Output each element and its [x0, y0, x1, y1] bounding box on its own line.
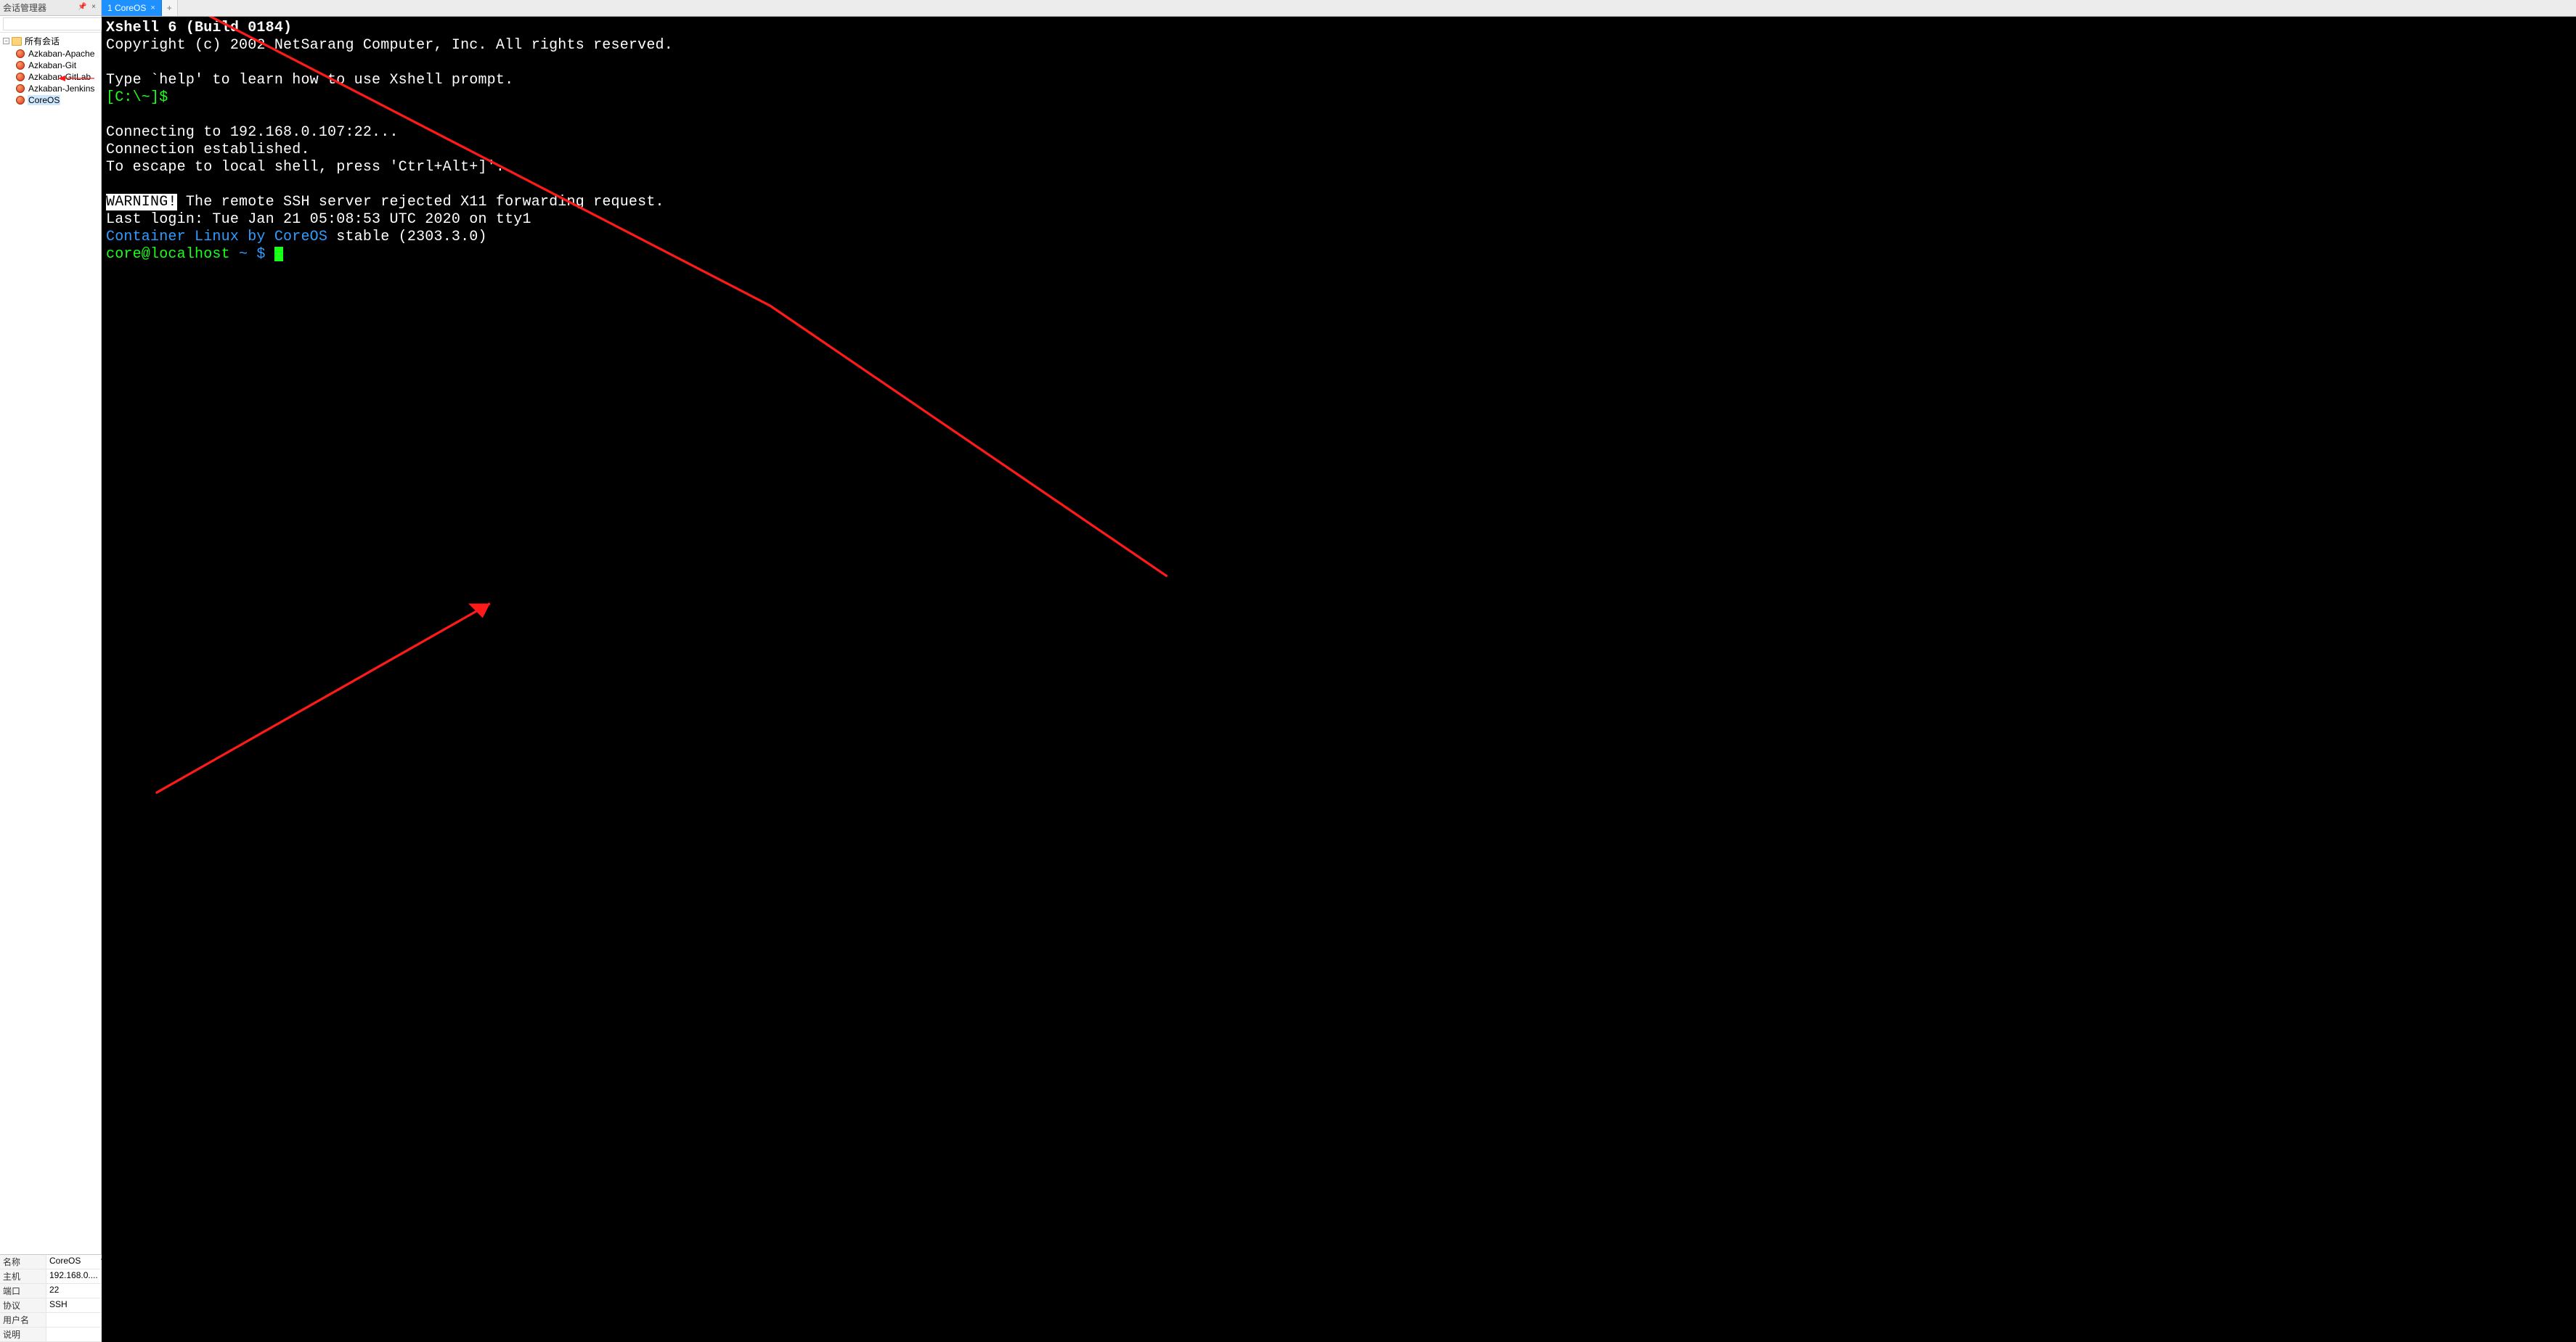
property-row: 端口22 — [0, 1284, 101, 1298]
property-value[interactable]: SSH — [46, 1298, 101, 1312]
property-row: 用户名 — [0, 1313, 101, 1327]
session-filter-row — [0, 16, 101, 33]
shell-prompt-user: core@localhost — [106, 246, 230, 263]
terminal-line: To escape to local shell, press 'Ctrl+Al… — [106, 159, 505, 176]
session-manager-title: 会话管理器 — [3, 1, 75, 14]
property-key: 用户名 — [0, 1313, 46, 1327]
session-icon — [16, 96, 25, 105]
property-value[interactable]: CoreOS — [46, 1255, 101, 1269]
session-label: Azkaban-Git — [28, 60, 77, 70]
app-root: 会话管理器 📌 × − 所有会话 Azkaban-ApacheAzkaban-G… — [0, 0, 2576, 1342]
local-prompt: [C:\~]$ — [106, 89, 168, 106]
session-label: CoreOS — [28, 95, 60, 105]
terminal-line: Type `help' to learn how to use Xshell p… — [106, 72, 513, 89]
session-root-label: 所有会话 — [24, 35, 60, 47]
tab-coreos[interactable]: 1 CoreOS × — [102, 0, 162, 16]
property-value[interactable]: 22 — [46, 1284, 101, 1298]
terminal-line: Connection established. — [106, 142, 310, 158]
terminal-line: Copyright (c) 2002 NetSarang Computer, I… — [106, 37, 673, 54]
terminal-output[interactable]: Xshell 6 (Build 0184) Copyright (c) 2002… — [102, 17, 2576, 1342]
tab-close-icon[interactable]: × — [150, 4, 155, 12]
cursor-block-icon — [274, 247, 283, 261]
terminal-pane[interactable]: Xshell 6 (Build 0184) Copyright (c) 2002… — [102, 17, 2576, 1342]
warning-tag: WARNING! — [106, 194, 177, 210]
folder-icon — [12, 37, 22, 46]
session-item[interactable]: Azkaban-GitLab — [0, 71, 101, 83]
session-label: Azkaban-Jenkins — [28, 83, 95, 94]
property-value[interactable] — [46, 1327, 101, 1341]
terminal-line: Last login: Tue Jan 21 05:08:53 UTC 2020… — [106, 211, 531, 228]
session-icon — [16, 61, 25, 70]
session-item[interactable]: Azkaban-Git — [0, 60, 101, 71]
property-row: 协议SSH — [0, 1298, 101, 1313]
session-root-node[interactable]: − 所有会话 — [0, 34, 101, 48]
shell-prompt-path: ~ $ — [230, 246, 274, 263]
property-row: 说明 — [0, 1327, 101, 1342]
property-key: 名称 — [0, 1255, 46, 1269]
pin-icon[interactable]: 📌 — [78, 4, 86, 12]
session-icon — [16, 84, 25, 93]
property-row: 名称CoreOS — [0, 1255, 101, 1269]
session-manager-panel: 会话管理器 📌 × − 所有会话 Azkaban-ApacheAzkaban-G… — [0, 0, 102, 1342]
property-key: 协议 — [0, 1298, 46, 1312]
session-filter-input[interactable] — [3, 17, 110, 30]
new-tab-button[interactable]: + — [162, 0, 178, 16]
session-label: Azkaban-Apache — [28, 49, 95, 59]
session-icon — [16, 49, 25, 58]
terminal-line: Container Linux by CoreOS — [106, 229, 327, 245]
session-label: Azkaban-GitLab — [28, 72, 91, 82]
session-manager-header: 会话管理器 📌 × — [0, 0, 101, 16]
session-properties: 名称CoreOS主机192.168.0....端口22协议SSH用户名说明 ▴ — [0, 1254, 101, 1342]
property-key: 端口 — [0, 1284, 46, 1298]
terminal-line: Connecting to 192.168.0.107:22... — [106, 124, 399, 141]
collapse-icon[interactable]: − — [3, 38, 9, 44]
session-item[interactable]: Azkaban-Jenkins — [0, 83, 101, 94]
property-value[interactable]: 192.168.0.... — [46, 1269, 101, 1283]
tab-bar: 1 CoreOS × + — [102, 0, 2576, 17]
close-icon[interactable]: × — [89, 4, 98, 12]
property-row: 主机192.168.0.... — [0, 1269, 101, 1284]
property-key: 说明 — [0, 1327, 46, 1341]
session-icon — [16, 73, 25, 81]
session-tree: − 所有会话 Azkaban-ApacheAzkaban-Git Azkaban-… — [0, 33, 101, 1254]
terminal-line: stable (2303.3.0) — [327, 229, 487, 245]
session-item[interactable]: Azkaban-Apache — [0, 48, 101, 60]
main-area: 1 CoreOS × + Xshell 6 (Build 0184) Copyr… — [102, 0, 2576, 1342]
session-item[interactable]: CoreOS — [0, 94, 101, 106]
property-value[interactable] — [46, 1313, 101, 1327]
terminal-line: The remote SSH server rejected X11 forwa… — [177, 194, 664, 210]
terminal-line: Xshell 6 (Build 0184) — [106, 20, 292, 36]
property-key: 主机 — [0, 1269, 46, 1283]
tab-label: 1 CoreOS — [107, 3, 146, 13]
